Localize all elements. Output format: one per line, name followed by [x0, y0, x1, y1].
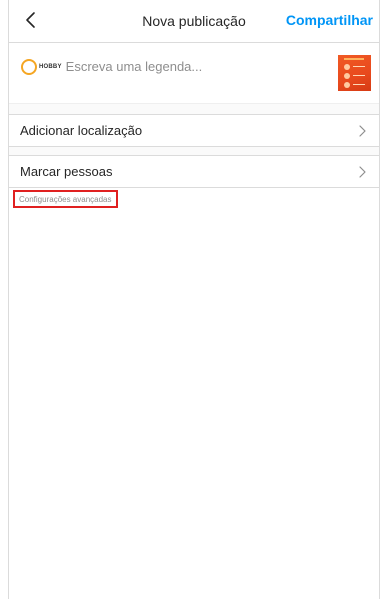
header: Nova publicação Compartilhar — [9, 0, 379, 43]
chevron-right-icon — [358, 165, 368, 178]
advanced-settings-link[interactable]: Configurações avançadas — [13, 190, 118, 208]
caption-row: HOBBY — [9, 43, 379, 103]
new-post-screen: Nova publicação Compartilhar HOBBY Adici… — [8, 0, 380, 599]
brand-logo: HOBBY — [39, 64, 62, 70]
chevron-right-icon — [358, 124, 368, 137]
caption-input[interactable] — [65, 59, 316, 74]
add-location-row[interactable]: Adicionar localização — [9, 115, 379, 147]
section-divider — [9, 103, 379, 115]
tag-people-row[interactable]: Marcar pessoas — [9, 156, 379, 188]
back-button[interactable] — [19, 8, 43, 32]
chevron-left-icon — [26, 12, 35, 28]
post-thumbnail[interactable] — [338, 55, 371, 91]
page-title: Nova publicação — [142, 13, 246, 29]
tag-people-label: Marcar pessoas — [20, 164, 113, 179]
add-location-label: Adicionar localização — [20, 123, 143, 138]
share-button[interactable]: Compartilhar — [286, 12, 373, 28]
section-divider — [9, 147, 379, 156]
avatar — [21, 59, 37, 75]
